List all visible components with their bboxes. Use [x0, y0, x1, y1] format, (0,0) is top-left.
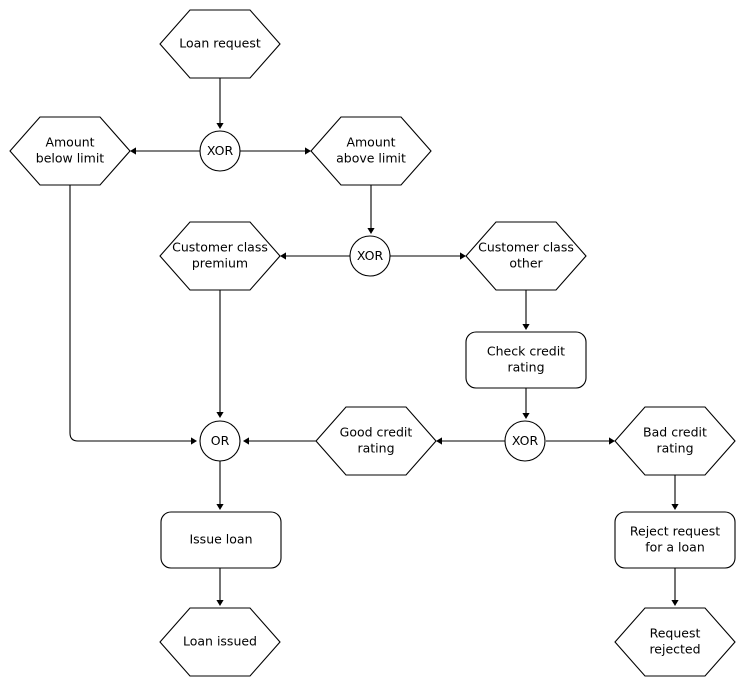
arrow-head-icon — [522, 324, 530, 330]
node-loan-request[interactable]: Loan request — [159, 9, 281, 79]
connector-or-join[interactable]: OR — [199, 420, 241, 462]
node-label: rejected — [649, 642, 700, 657]
node-check-credit-rating[interactable]: Check creditrating — [465, 331, 587, 389]
edge-xor-customer-class-to-customer-class-premium — [280, 252, 350, 260]
node-amount-above-limit[interactable]: Amountabove limit — [310, 116, 432, 186]
node-customer-class-premium[interactable]: Customer classpremium — [159, 221, 281, 291]
node-label: Issue loan — [189, 532, 252, 547]
edge-check-credit-rating-to-xor-credit-rating — [522, 388, 530, 419]
edge-customer-class-premium-to-or-join — [216, 290, 224, 418]
node-label: rating — [357, 441, 394, 456]
arrow-head-icon — [130, 147, 136, 155]
node-issue-loan[interactable]: Issue loan — [160, 511, 282, 569]
arrow-head-icon — [216, 123, 224, 129]
node-label: premium — [192, 256, 248, 271]
node-label: Reject request — [630, 524, 720, 539]
connector-xor-credit-rating[interactable]: XOR — [504, 420, 546, 462]
edge-customer-class-other-to-check-credit-rating — [522, 290, 530, 330]
flowchart-svg: Loan requestAmountbelow limitAmountabove… — [9, 9, 736, 677]
node-customer-class-other[interactable]: Customer classother — [465, 221, 587, 291]
connector-label: XOR — [207, 143, 234, 158]
connector-label: XOR — [357, 248, 384, 263]
arrow-head-icon — [305, 147, 311, 155]
node-label: Customer class — [478, 240, 574, 255]
node-amount-below-limit[interactable]: Amountbelow limit — [9, 116, 131, 186]
node-label: Bad credit — [643, 425, 707, 440]
node-label: Customer class — [172, 240, 268, 255]
connector-xor-amount[interactable]: XOR — [199, 130, 241, 172]
node-label: Amount — [45, 135, 94, 150]
edge-xor-credit-rating-to-bad-credit-rating — [546, 437, 615, 445]
edge-bad-credit-rating-to-reject-request-for-a-loan — [671, 475, 679, 510]
arrow-head-icon — [280, 252, 286, 260]
node-label: other — [509, 256, 543, 271]
arrow-head-icon — [436, 437, 442, 445]
node-label: Check credit — [487, 344, 565, 359]
arrow-head-icon — [609, 437, 615, 445]
edge-xor-customer-class-to-customer-class-other — [390, 252, 466, 260]
node-label: Loan request — [179, 36, 261, 51]
epc-diagram-canvas: Loan request Amount below limit Amount above… — [0, 0, 746, 691]
arrow-head-icon — [671, 504, 679, 510]
node-label: Amount — [346, 135, 395, 150]
node-label: for a loan — [645, 540, 705, 555]
edge-amount-below-limit-to-or-join — [69, 185, 197, 445]
arrow-head-icon — [671, 600, 679, 606]
edge-loan-request-to-xor-amount — [216, 78, 224, 129]
connector-label: XOR — [512, 433, 539, 448]
edge-xor-amount-to-amount-above-limit — [240, 147, 311, 155]
node-label: Good credit — [340, 425, 413, 440]
node-reject-request-for-a-loan[interactable]: Reject requestfor a loan — [614, 511, 736, 569]
node-loan-issued[interactable]: Loan issued — [159, 607, 281, 677]
node-label: rating — [507, 360, 544, 375]
arrow-head-icon — [460, 252, 466, 260]
edge-or-join-to-issue-loan — [216, 461, 224, 510]
connector-xor-customer-class[interactable]: XOR — [349, 235, 391, 277]
arrow-head-icon — [216, 504, 224, 510]
node-request-rejected[interactable]: Requestrejected — [614, 607, 736, 677]
edge-xor-credit-rating-to-good-credit-rating — [436, 437, 505, 445]
edge-reject-request-for-a-loan-to-request-rejected — [671, 568, 679, 606]
edge-issue-loan-to-loan-issued — [216, 568, 224, 606]
node-bad-credit-rating[interactable]: Bad creditrating — [614, 406, 736, 476]
node-label: below limit — [36, 151, 105, 166]
arrow-head-icon — [522, 413, 530, 419]
arrow-head-icon — [367, 228, 375, 234]
node-label: above limit — [336, 151, 406, 166]
node-label: Loan issued — [183, 634, 257, 649]
arrow-head-icon — [216, 600, 224, 606]
node-good-credit-rating[interactable]: Good creditrating — [315, 406, 437, 476]
arrow-head-icon — [191, 437, 197, 445]
node-label: rating — [656, 441, 693, 456]
node-label: Request — [650, 626, 701, 641]
edge-amount-above-limit-to-xor-customer-class — [367, 185, 375, 234]
connector-label: OR — [211, 433, 230, 448]
edge-good-credit-rating-to-or-join — [243, 437, 316, 445]
nodes-layer: Loan requestAmountbelow limitAmountabove… — [9, 9, 736, 677]
edge-xor-amount-to-amount-below-limit — [130, 147, 200, 155]
arrow-head-icon — [216, 412, 224, 418]
arrow-head-icon — [243, 437, 249, 445]
